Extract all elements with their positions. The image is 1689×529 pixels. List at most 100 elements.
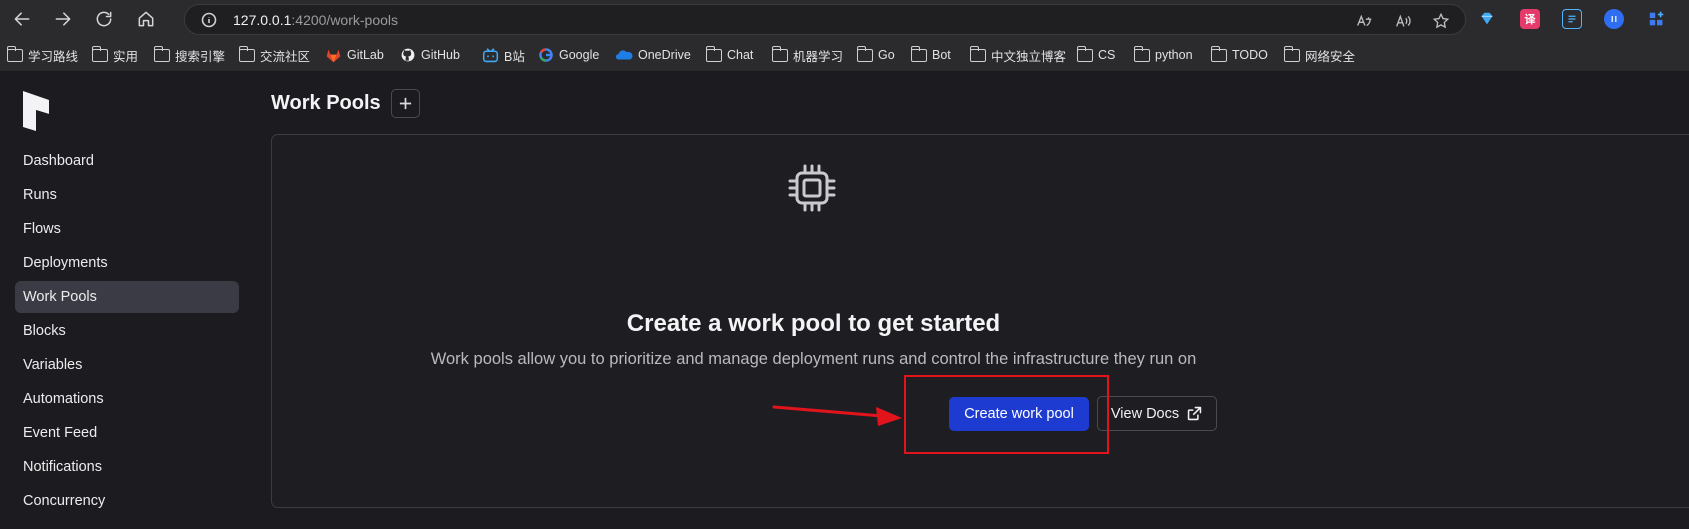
folder-icon — [1283, 45, 1300, 62]
sidebar-item-label: Work Pools — [23, 289, 97, 305]
bookmark-label: GitHub — [421, 48, 460, 62]
sidebar-item-concurrency[interactable]: Concurrency — [15, 485, 239, 517]
sidebar: Dashboard Runs Flows Deployments Work Po… — [0, 73, 254, 529]
folder-icon — [910, 45, 927, 62]
folder-icon — [705, 45, 722, 62]
sidebar-item-label: Event Feed — [23, 425, 98, 441]
bookmark-item[interactable]: CS — [1076, 45, 1116, 64]
diamond-extension-icon[interactable] — [1477, 9, 1497, 29]
sidebar-item-label: Flows — [23, 221, 61, 237]
back-icon[interactable] — [8, 5, 36, 33]
external-link-icon — [1187, 406, 1202, 421]
bookmark-label: 实用 — [113, 49, 139, 64]
translate-icon[interactable] — [1353, 10, 1375, 32]
bookmark-label: Bot — [932, 48, 951, 62]
bookmark-label: OneDrive — [638, 48, 691, 62]
sidebar-item-label: Deployments — [23, 255, 108, 271]
bookmark-item[interactable]: Go — [856, 45, 895, 64]
cpu-chip-icon — [787, 163, 837, 213]
sidebar-item-work-pools[interactable]: Work Pools — [15, 281, 239, 313]
forward-icon[interactable] — [49, 5, 77, 33]
bookmark-label: 机器学习 — [793, 49, 844, 64]
bookmark-item[interactable]: Google — [538, 46, 599, 64]
google-icon — [539, 48, 553, 62]
bookmark-label: TODO — [1232, 48, 1268, 62]
bookmark-label: GitLab — [347, 48, 384, 62]
add-work-pool-button[interactable] — [391, 89, 420, 118]
view-docs-button[interactable]: View Docs — [1097, 396, 1217, 431]
folder-icon — [238, 45, 255, 62]
sidebar-item-runs[interactable]: Runs — [15, 179, 239, 211]
bookmark-item[interactable]: GitLab — [325, 46, 384, 64]
sidebar-item-automations[interactable]: Automations — [15, 383, 239, 415]
bookmark-item[interactable]: GitHub — [400, 46, 460, 64]
sidebar-item-label: Runs — [23, 187, 57, 203]
bookmark-item[interactable]: 中文独立博客 — [969, 45, 1067, 64]
bookmark-label: 网络安全 — [1305, 49, 1356, 64]
folder-icon — [771, 45, 788, 62]
sidebar-item-label: Concurrency — [23, 493, 106, 509]
empty-state-title: Create a work pool to get started — [626, 310, 1001, 337]
empty-state-description: Work pools allow you to prioritize and m… — [430, 350, 1197, 368]
bookmark-label: Go — [878, 48, 895, 62]
reload-icon[interactable] — [90, 5, 118, 33]
annotation-arrow-icon — [772, 405, 902, 426]
bookmarks-bar: 学习路线 实用 搜索引擎 交流社区 GitLab GitHub B站 Googl… — [0, 38, 1689, 72]
address-bar[interactable]: 127.0.0.1:4200/work-pools — [184, 4, 1466, 35]
folder-icon — [1076, 45, 1093, 62]
sidebar-item-deployments[interactable]: Deployments — [15, 247, 239, 279]
folder-icon — [1210, 45, 1227, 62]
favorite-star-icon[interactable] — [1430, 10, 1452, 32]
bookmark-item[interactable]: OneDrive — [615, 46, 691, 64]
bookmark-label: 中文独立博客 — [991, 49, 1067, 64]
bookmark-label: python — [1155, 48, 1193, 62]
browser-toolbar: 127.0.0.1:4200/work-pools 译 — [0, 0, 1689, 38]
sidebar-item-label: Notifications — [23, 459, 102, 475]
sidebar-item-flows[interactable]: Flows — [15, 213, 239, 245]
bookmark-item[interactable]: 实用 — [91, 45, 139, 64]
gitlab-icon — [326, 49, 341, 62]
bookmark-item[interactable]: TODO — [1210, 45, 1268, 64]
chat-extension-icon[interactable] — [1604, 9, 1624, 29]
github-icon — [401, 48, 415, 62]
url-host: 127.0.0.1 — [233, 12, 292, 28]
folder-icon — [153, 45, 170, 62]
sidebar-item-event-feed[interactable]: Event Feed — [15, 417, 239, 449]
bookmark-label: CS — [1098, 48, 1116, 62]
bookmark-item[interactable]: Chat — [705, 45, 754, 64]
prefect-logo-icon[interactable] — [23, 91, 49, 131]
bookmark-label: B站 — [504, 49, 525, 64]
translate-extension-icon[interactable]: 译 — [1520, 9, 1540, 29]
folder-icon — [6, 45, 23, 62]
folder-icon — [856, 45, 873, 62]
reader-extension-icon[interactable] — [1562, 9, 1582, 29]
bilibili-icon — [482, 47, 499, 62]
home-icon[interactable] — [132, 5, 160, 33]
read-aloud-icon[interactable] — [1392, 10, 1414, 32]
bookmark-item[interactable]: 交流社区 — [238, 45, 311, 64]
sidebar-item-notifications[interactable]: Notifications — [15, 451, 239, 483]
plus-icon — [399, 97, 412, 110]
view-docs-label: View Docs — [1110, 405, 1180, 422]
bookmark-item[interactable]: B站 — [482, 46, 525, 64]
bookmark-item[interactable]: 学习路线 — [6, 45, 79, 64]
bookmark-item[interactable]: python — [1133, 45, 1193, 64]
url-text[interactable]: 127.0.0.1:4200/work-pools — [233, 12, 398, 28]
sidebar-item-dashboard[interactable]: Dashboard — [15, 145, 239, 177]
site-info-icon[interactable] — [201, 12, 217, 28]
bookmark-label: Chat — [727, 48, 754, 62]
folder-icon — [1133, 45, 1150, 62]
folder-icon — [969, 45, 986, 62]
sidebar-item-label: Dashboard — [23, 153, 94, 169]
sidebar-item-label: Automations — [23, 391, 104, 407]
app-root: Dashboard Runs Flows Deployments Work Po… — [0, 73, 1689, 529]
bookmark-item[interactable]: Bot — [910, 45, 951, 64]
bookmark-item[interactable]: 搜索引擎 — [153, 45, 226, 64]
bookmark-label: 交流社区 — [260, 49, 311, 64]
bookmark-item[interactable]: 网络安全 — [1283, 45, 1356, 64]
bookmark-label: Google — [559, 48, 600, 62]
bookmark-item[interactable]: 机器学习 — [771, 45, 844, 64]
bookmark-label: 学习路线 — [28, 49, 79, 64]
bookmark-label: 搜索引擎 — [175, 49, 226, 64]
extensions-menu-icon[interactable] — [1647, 9, 1667, 29]
